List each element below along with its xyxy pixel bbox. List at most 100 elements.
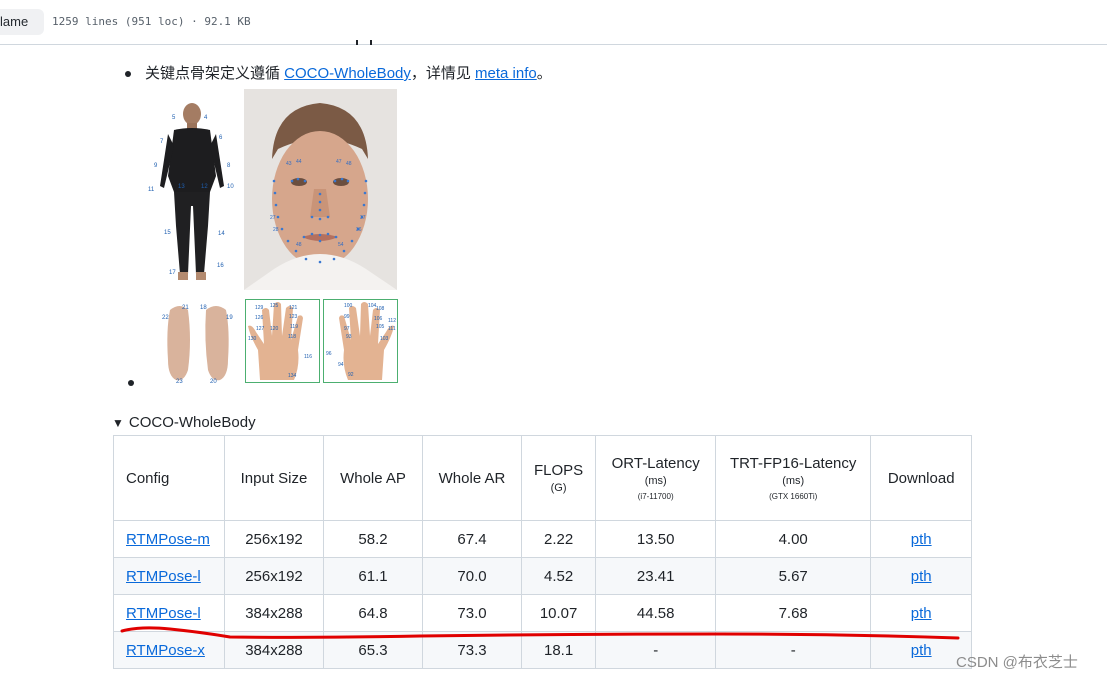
disclosure-triangle-icon: ▼: [112, 416, 124, 430]
hand-label: 126: [255, 315, 264, 321]
feet-label: 21: [182, 305, 189, 311]
table-cell: 10.07: [520, 594, 597, 632]
intro-middle: ，详情见: [410, 65, 476, 82]
body-keypoints-image: 5 4 7 6 9 8 11 13 12 10 15 14 17 16: [146, 96, 238, 288]
body-label: 10: [227, 184, 234, 190]
table-cell: 384x288: [224, 631, 324, 669]
face-label: 43: [286, 161, 292, 167]
table-cell: 13.50: [595, 520, 717, 558]
hand-label: 119: [290, 324, 298, 330]
table-cell: 70.0: [422, 557, 522, 595]
hand-label: 127: [256, 326, 265, 332]
config-link[interactable]: RTMPose-l: [126, 568, 201, 585]
face-label: 27: [270, 215, 276, 221]
table-cell: 58.2: [323, 520, 423, 558]
body-label: 6: [219, 135, 223, 141]
download-cell[interactable]: pth: [870, 594, 973, 632]
results-table: Config Input Size Whole AP Whole AR FLOP…: [113, 435, 973, 669]
table-cell: 18.1: [520, 631, 597, 669]
intro-suffix: 。: [536, 65, 552, 82]
feet-label: 18: [200, 305, 207, 311]
config-link[interactable]: RTMPose-x: [126, 642, 205, 659]
header-ort-latency: ORT-Latency (ms) (i7-11700): [595, 435, 717, 521]
table-cell: 44.58: [595, 594, 717, 632]
table-cell: 7.68: [715, 594, 872, 632]
body-label: 8: [227, 163, 231, 169]
left-hand-keypoints-image: 129 126 125 121 123 119 130 120 127 118 …: [245, 299, 320, 383]
feet-label: 19: [226, 315, 233, 321]
pth-download-link[interactable]: pth: [911, 642, 932, 659]
face-label: 54: [338, 242, 344, 248]
table-cell: 5.67: [715, 557, 872, 595]
pth-download-link[interactable]: pth: [911, 531, 932, 548]
coco-wholebody-summary[interactable]: ▼ COCO-WholeBody: [112, 413, 256, 433]
coco-wholebody-link[interactable]: COCO-WholeBody: [284, 65, 411, 82]
hand-label: 134: [288, 373, 297, 379]
config-link[interactable]: RTMPose-m: [126, 531, 210, 548]
hand-label: 121: [289, 305, 298, 311]
table-cell: -: [595, 631, 717, 669]
hand-label: 108: [376, 306, 385, 312]
table-cell: 73.3: [422, 631, 522, 669]
pth-download-link[interactable]: pth: [911, 568, 932, 585]
header-whole-ap: Whole AP: [323, 435, 423, 521]
config-cell[interactable]: RTMPose-m: [113, 520, 225, 558]
face-label: 37: [360, 215, 366, 221]
hand-label: 125: [270, 303, 279, 309]
table-row: RTMPose-m 256x192 58.2 67.4 2.22 13.50 4…: [113, 520, 973, 558]
table-row: RTMPose-x 384x288 65.3 73.3 18.1 - - pth: [113, 631, 973, 669]
hand-label: 94: [338, 362, 344, 368]
table-row: RTMPose-l 256x192 61.1 70.0 4.52 23.41 5…: [113, 557, 973, 595]
feet-label: 20: [210, 379, 217, 384]
config-cell[interactable]: RTMPose-l: [113, 594, 225, 632]
download-cell[interactable]: pth: [870, 557, 973, 595]
hand-label: 116: [304, 354, 312, 360]
table-cell: 4.52: [520, 557, 597, 595]
hand-label: 123: [289, 314, 298, 320]
body-label: 12: [201, 184, 208, 190]
hand-label: 112: [388, 318, 396, 324]
blame-button[interactable]: lame: [0, 9, 44, 35]
body-label: 15: [164, 230, 171, 236]
pth-download-link[interactable]: pth: [911, 605, 932, 622]
download-cell[interactable]: pth: [870, 520, 973, 558]
header-download: Download: [870, 435, 973, 521]
config-cell[interactable]: RTMPose-l: [113, 557, 225, 595]
file-meta: 1259 lines (951 loc) · 92.1 KB: [52, 15, 251, 28]
face-label: 48: [346, 161, 352, 167]
list-bullet: [128, 380, 134, 386]
body-label: 4: [204, 115, 208, 121]
header-input-size: Input Size: [224, 435, 324, 521]
meta-info-link[interactable]: meta info: [475, 65, 537, 82]
table-cell: 256x192: [224, 520, 324, 558]
hand-label: 93: [346, 334, 352, 340]
hand-label: 92: [348, 372, 354, 378]
hand-label: 96: [326, 351, 332, 357]
feet-label: 22: [162, 315, 169, 321]
hand-label: 129: [255, 305, 264, 311]
hand-label: 130: [248, 336, 257, 342]
table-cell: -: [715, 631, 872, 669]
table-cell: 73.0: [422, 594, 522, 632]
clipped-code-glyph: [356, 40, 372, 45]
intro-prefix: 关键点骨架定义遵循: [145, 65, 285, 82]
table-header-row: Config Input Size Whole AP Whole AR FLOP…: [113, 435, 973, 521]
face-label: 47: [336, 159, 342, 165]
hand-label: 100: [344, 303, 353, 309]
config-cell[interactable]: RTMPose-x: [113, 631, 225, 669]
body-label: 9: [154, 163, 158, 169]
body-label: 17: [169, 270, 176, 276]
hand-label: 120: [270, 326, 279, 332]
face-keypoints-image: 27 28 37 36 48 54 43 44 47 48: [244, 89, 397, 290]
config-link[interactable]: RTMPose-l: [126, 605, 201, 622]
table-cell: 61.1: [323, 557, 423, 595]
table-cell: 4.00: [715, 520, 872, 558]
table-cell: 256x192: [224, 557, 324, 595]
face-label: 28: [273, 227, 279, 233]
summary-title: COCO-WholeBody: [128, 414, 256, 431]
body-label: 16: [217, 263, 224, 269]
hand-label: 106: [374, 316, 383, 322]
table-cell: 64.8: [323, 594, 423, 632]
body-label: 5: [172, 115, 176, 121]
file-info-bar: lame 1259 lines (951 loc) · 92.1 KB: [0, 0, 1107, 45]
